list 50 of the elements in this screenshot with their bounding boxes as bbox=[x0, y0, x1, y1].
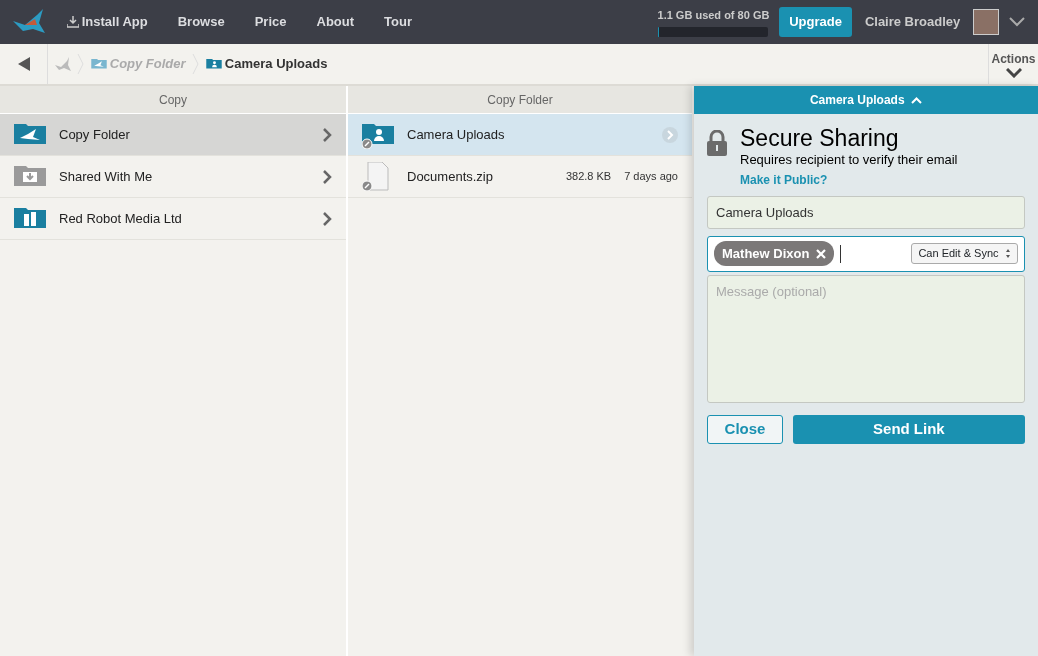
lock-icon bbox=[707, 130, 727, 157]
chevron-right-icon bbox=[323, 211, 332, 226]
crane-icon bbox=[54, 57, 71, 71]
stepper-arrows-icon bbox=[1005, 248, 1011, 259]
back-arrow-icon[interactable] bbox=[17, 57, 30, 71]
chevron-up-icon[interactable] bbox=[911, 96, 923, 104]
file-date: 7 days ago bbox=[624, 169, 678, 185]
column-header: Copy bbox=[159, 91, 187, 109]
crane-logo[interactable] bbox=[13, 9, 47, 35]
recipient-field[interactable]: Mathew Dixon Can Edit & Sync bbox=[707, 235, 1025, 272]
nav-link[interactable]: Install App bbox=[66, 12, 148, 32]
breadcrumb-link[interactable]: Camera Uploads bbox=[205, 54, 328, 74]
column-header: Copy Folder bbox=[487, 91, 553, 109]
nav-link[interactable]: Tour bbox=[384, 12, 412, 32]
recipient-tag[interactable]: Mathew Dixon bbox=[714, 240, 834, 267]
user-name[interactable]: Claire Broadley bbox=[864, 12, 961, 32]
file-row[interactable]: Documents.zip 382.8 KB 7 days ago bbox=[348, 156, 692, 198]
shared-folder-icon bbox=[205, 57, 222, 71]
file-name: Shared With Me bbox=[59, 167, 153, 186]
storage-usage-text: 1.1 GB used of 80 GB bbox=[657, 8, 770, 24]
nav-link[interactable]: About bbox=[316, 12, 355, 32]
avatar-placeholder[interactable] bbox=[973, 9, 1000, 35]
permission-select[interactable]: Can Edit & Sync bbox=[911, 243, 1018, 264]
chevron-right-icon bbox=[323, 169, 332, 184]
name-field[interactable]: Camera Uploads bbox=[707, 195, 1025, 229]
file-row[interactable]: Camera Uploads bbox=[348, 114, 692, 156]
actions-menu[interactable]: Actions bbox=[991, 50, 1036, 68]
crane-folder-icon bbox=[90, 57, 107, 71]
panel-title[interactable]: Camera Uploads bbox=[809, 91, 905, 109]
file-name: Copy Folder bbox=[59, 125, 130, 144]
file-size: 382.8 KB bbox=[565, 169, 612, 185]
file-row[interactable]: Copy Folder bbox=[0, 114, 346, 156]
panel-subtitle: Requires recipient to verify their email bbox=[740, 151, 958, 169]
send-link-button[interactable]: Send Link bbox=[792, 414, 1025, 444]
chevron-circle-icon bbox=[662, 126, 678, 143]
chevron-right-icon bbox=[323, 127, 332, 142]
panel-heading: Secure Sharing bbox=[740, 127, 900, 150]
file-row[interactable]: Red Robot Media Ltd bbox=[0, 198, 346, 240]
download-icon bbox=[66, 16, 79, 28]
file-name: Camera Uploads bbox=[407, 125, 505, 144]
nav-link[interactable]: Browse bbox=[177, 12, 225, 32]
nav-link[interactable]: Price bbox=[254, 12, 287, 32]
remove-icon[interactable] bbox=[815, 248, 826, 259]
upgrade-button[interactable]: Upgrade bbox=[779, 7, 852, 37]
chevron-down-icon[interactable] bbox=[1009, 17, 1025, 27]
file-row[interactable]: Shared With Me bbox=[0, 156, 346, 198]
file-name: Documents.zip bbox=[407, 167, 493, 186]
chevron-down-icon[interactable] bbox=[1005, 68, 1022, 78]
message-field[interactable]: Message (optional) bbox=[707, 274, 1025, 403]
file-name: Red Robot Media Ltd bbox=[59, 209, 182, 228]
